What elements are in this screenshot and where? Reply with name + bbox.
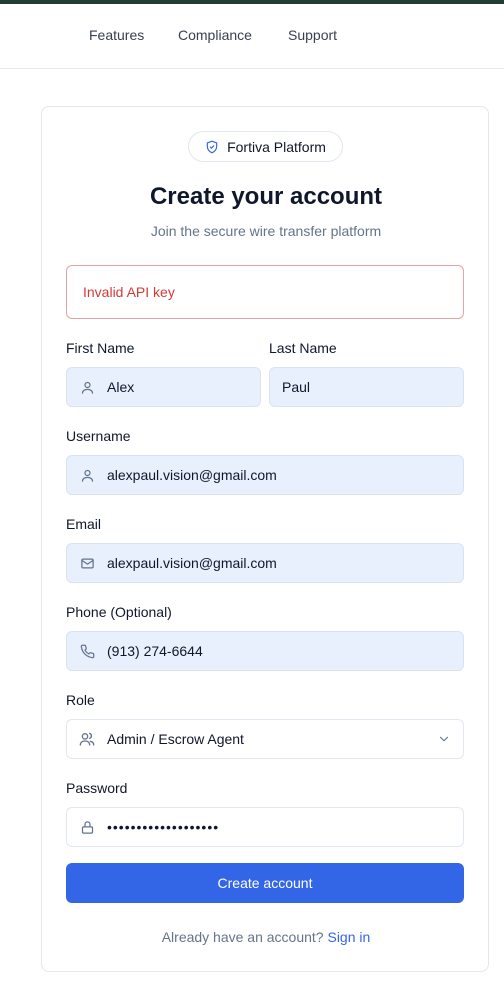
email-value: alexpaul.vision@gmail.com	[107, 555, 277, 571]
lock-icon	[79, 819, 95, 835]
top-nav: Features Compliance Support	[0, 4, 504, 69]
platform-badge: Fortiva Platform	[188, 131, 343, 162]
nav-link-features[interactable]: Features	[89, 27, 144, 43]
last-name-value: Paul	[282, 379, 311, 395]
error-alert: Invalid API key	[66, 265, 464, 319]
error-message: Invalid API key	[83, 284, 175, 300]
signin-prompt: Already have an account? Sign in	[42, 929, 490, 945]
email-field[interactable]: alexpaul.vision@gmail.com	[66, 543, 464, 583]
page-subtitle: Join the secure wire transfer platform	[150, 223, 382, 239]
shield-icon	[205, 140, 219, 154]
role-select[interactable]: Admin / Escrow Agent	[66, 719, 464, 759]
first-name-field[interactable]: Alex	[66, 367, 261, 407]
user-icon	[79, 379, 95, 395]
username-field[interactable]: alexpaul.vision@gmail.com	[66, 455, 464, 495]
nav-link-support[interactable]: Support	[288, 27, 337, 43]
phone-value: (913) 274-6644	[107, 643, 203, 659]
users-icon	[79, 731, 95, 747]
create-account-button[interactable]: Create account	[66, 863, 464, 903]
page-title: Create your account	[149, 183, 383, 210]
user-icon	[79, 467, 95, 483]
signup-card: Fortiva Platform Create your account Joi…	[41, 106, 489, 972]
platform-badge-label: Fortiva Platform	[227, 138, 326, 155]
last-name-label: Last Name	[269, 340, 337, 356]
nav-link-compliance[interactable]: Compliance	[178, 27, 252, 43]
phone-label: Phone (Optional)	[66, 604, 172, 620]
signin-prompt-text: Already have an account?	[161, 929, 324, 945]
email-label: Email	[66, 516, 102, 532]
username-label: Username	[66, 428, 131, 444]
sign-in-link[interactable]: Sign in	[327, 929, 370, 945]
role-label: Role	[66, 692, 95, 708]
password-field[interactable]: •••••••••••••••••••	[66, 807, 464, 847]
first-name-value: Alex	[107, 379, 135, 395]
phone-icon	[79, 643, 95, 659]
username-value: alexpaul.vision@gmail.com	[107, 467, 277, 483]
first-name-label: First Name	[66, 340, 135, 356]
role-value: Admin / Escrow Agent	[107, 731, 244, 747]
mail-icon	[79, 555, 95, 571]
phone-field[interactable]: (913) 274-6644	[66, 631, 464, 671]
password-label: Password	[66, 780, 128, 796]
chevron-down-icon	[437, 732, 451, 749]
password-value: •••••••••••••••••••	[107, 819, 220, 835]
last-name-field[interactable]: Paul	[269, 367, 464, 407]
